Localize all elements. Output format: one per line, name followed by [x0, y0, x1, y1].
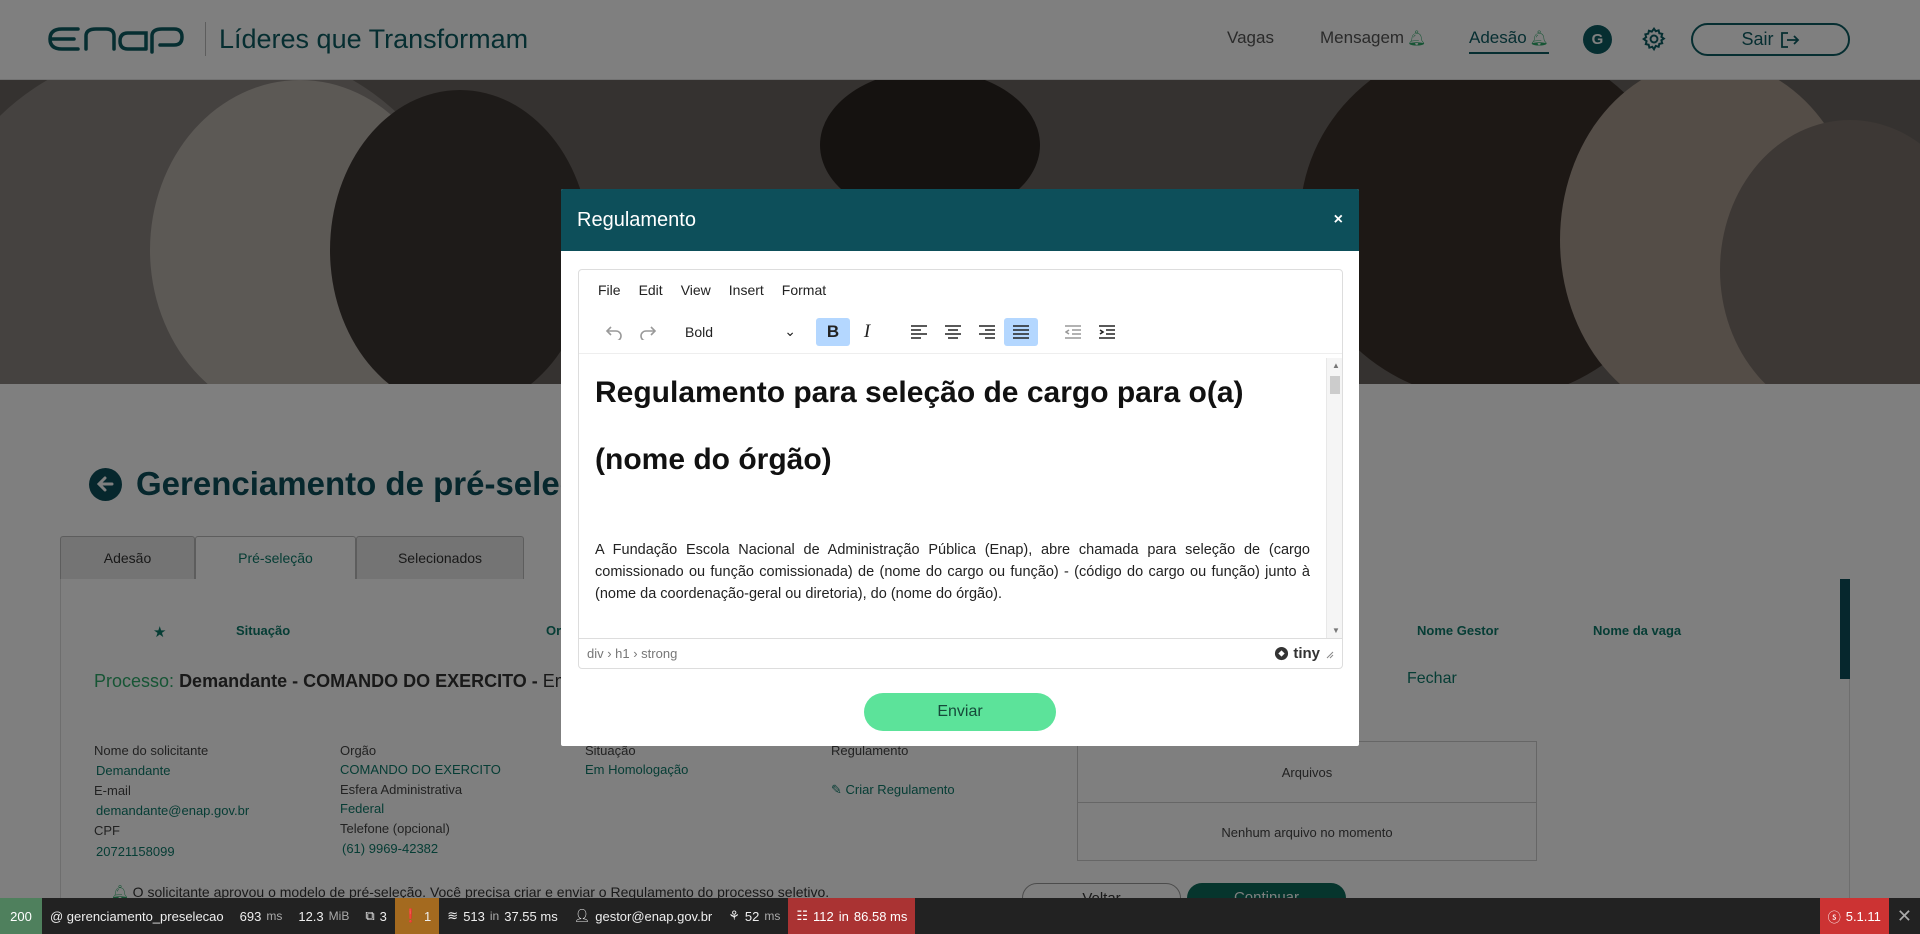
twig-panel[interactable]: ⚘ 52 ms — [720, 898, 788, 934]
menu-file[interactable]: File — [598, 282, 621, 298]
tiny-icon — [1275, 646, 1289, 661]
request-time[interactable]: 693 ms — [232, 898, 291, 934]
redo-icon[interactable] — [631, 318, 665, 346]
block-format-select[interactable]: Bold ⌄ — [677, 318, 804, 346]
regulation-paragraph: A Fundação Escola Nacional de Administra… — [595, 542, 1310, 602]
undo-icon[interactable] — [597, 318, 631, 346]
element-path[interactable]: div › h1 › strong — [587, 646, 677, 661]
chevron-down-icon: ⌄ — [784, 323, 796, 339]
scrollbar-thumb[interactable] — [1330, 376, 1340, 394]
menu-insert[interactable]: Insert — [729, 282, 764, 298]
close-icon[interactable]: × — [1334, 211, 1343, 229]
tiny-logo[interactable]: tiny — [1274, 645, 1334, 662]
scroll-down-icon[interactable]: ▼ — [1332, 626, 1340, 635]
editor-toolbar: Bold ⌄ B I — [579, 310, 1342, 354]
database-panel[interactable]: ☷ 112 in 86.58 ms — [788, 898, 916, 934]
close-toolbar-icon[interactable]: ✕ — [1889, 898, 1920, 934]
indent-icon[interactable] — [1090, 318, 1124, 346]
forms-icon: ⧉ — [365, 908, 375, 923]
align-left-icon[interactable] — [902, 318, 936, 346]
layers-icon: ≋ — [447, 908, 459, 923]
align-center-icon[interactable] — [936, 318, 970, 346]
symfony-icon: ⓢ — [1827, 909, 1841, 925]
editor-menubar: File Edit View Insert Format — [579, 270, 1342, 310]
menu-format[interactable]: Format — [782, 282, 826, 298]
symfony-version[interactable]: ⓢ 5.1.11 — [1819, 898, 1889, 934]
user-icon: 👤︎ — [573, 908, 591, 923]
warning-icon: ❗ — [402, 908, 420, 923]
menu-edit[interactable]: Edit — [639, 282, 663, 298]
bold-icon[interactable]: B — [816, 317, 850, 346]
editor-content[interactable]: Regulamento para seleção de cargo para o… — [579, 358, 1326, 638]
scroll-up-icon[interactable]: ▲ — [1332, 361, 1340, 370]
debug-toolbar: 200 @ gerenciamento_preselecao 693 ms 12.… — [0, 898, 1920, 934]
italic-icon[interactable]: I — [850, 318, 884, 346]
twig-icon: ⚘ — [728, 908, 740, 923]
submit-button[interactable]: Enviar — [864, 693, 1056, 731]
align-justify-icon[interactable] — [1004, 317, 1038, 346]
route-name[interactable]: @ gerenciamento_preselecao — [42, 898, 232, 934]
user-panel[interactable]: 👤︎ gestor@enap.gov.br — [566, 898, 721, 934]
logs-panel[interactable]: ❗ 1 — [394, 898, 440, 934]
forms-panel[interactable]: ⧉ 3 — [357, 898, 395, 934]
modal-title: Regulamento — [577, 208, 696, 231]
database-icon: ☷ — [796, 908, 809, 923]
regulamento-modal: Regulamento × File Edit View Insert Form… — [561, 189, 1359, 746]
editor-scrollbar[interactable]: ▲ ▼ — [1326, 358, 1342, 638]
resize-handle-icon[interactable] — [1324, 649, 1334, 659]
editor-statusbar: div › h1 › strong tiny — [579, 638, 1342, 668]
align-right-icon[interactable] — [970, 318, 1004, 346]
memory-usage[interactable]: 12.3 MiB — [290, 898, 357, 934]
menu-view[interactable]: View — [681, 282, 711, 298]
regulation-heading: Regulamento para seleção de cargo para o… — [595, 376, 1244, 476]
cache-panel[interactable]: ≋ 513 in 37.55 ms — [439, 898, 565, 934]
rich-text-editor: File Edit View Insert Format Bold ⌄ B I R… — [578, 269, 1343, 669]
status-code[interactable]: 200 — [0, 898, 42, 934]
outdent-icon[interactable] — [1056, 318, 1090, 346]
modal-header: Regulamento × — [561, 189, 1359, 251]
